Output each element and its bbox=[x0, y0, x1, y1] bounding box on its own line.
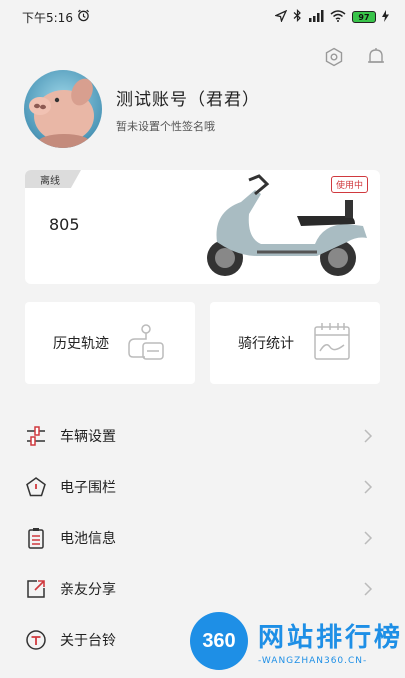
route-icon bbox=[125, 321, 167, 365]
alarm-icon bbox=[77, 9, 90, 25]
header-actions bbox=[323, 46, 387, 68]
sliders-icon bbox=[24, 424, 48, 448]
status-time: 下午5:16 bbox=[22, 10, 73, 25]
status-bar: 下午5:16 97 bbox=[0, 0, 405, 34]
settings-hexagon-icon[interactable] bbox=[323, 46, 345, 68]
feature-tiles: 历史轨迹 骑行统计 bbox=[25, 302, 380, 384]
menu-item-geofence[interactable]: 电子围栏 bbox=[0, 461, 405, 512]
tile-label: 历史轨迹 bbox=[53, 336, 109, 352]
chevron-right-icon bbox=[364, 479, 373, 494]
menu-item-share[interactable]: 亲友分享 bbox=[0, 563, 405, 614]
charging-icon bbox=[382, 9, 389, 25]
battery-indicator: 97 bbox=[352, 11, 376, 23]
in-use-badge: 使用中 bbox=[330, 176, 368, 193]
watermark: 360 网站排行榜 -WANGZHAN360.CN- bbox=[190, 612, 403, 670]
battery-clipboard-icon bbox=[24, 526, 48, 550]
status-left: 下午5:16 bbox=[22, 9, 90, 26]
menu-label: 车辆设置 bbox=[60, 428, 116, 445]
menu-label: 电池信息 bbox=[60, 530, 116, 547]
chevron-right-icon bbox=[364, 581, 373, 596]
menu-label: 亲友分享 bbox=[60, 581, 116, 598]
username[interactable]: 测试账号（君君） bbox=[116, 85, 260, 110]
calendar-chart-icon bbox=[312, 321, 352, 365]
bell-icon[interactable] bbox=[365, 46, 387, 68]
share-arrow-icon bbox=[24, 577, 48, 601]
brand-circle-icon bbox=[24, 628, 48, 652]
pentagon-fence-icon bbox=[24, 475, 48, 499]
vehicle-number: 805 bbox=[49, 215, 80, 234]
watermark-logo: 360 bbox=[190, 612, 248, 670]
menu-item-vehicle-settings[interactable]: 车辆设置 bbox=[0, 410, 405, 461]
chevron-right-icon bbox=[364, 428, 373, 443]
profile-text: 测试账号（君君） 暂未设置个性签名哦 bbox=[116, 85, 260, 134]
signature[interactable]: 暂未设置个性签名哦 bbox=[116, 118, 260, 134]
menu-item-battery-info[interactable]: 电池信息 bbox=[0, 512, 405, 563]
avatar[interactable] bbox=[24, 70, 102, 148]
menu-label: 电子围栏 bbox=[60, 479, 116, 496]
tile-history-track[interactable]: 历史轨迹 bbox=[25, 302, 195, 384]
watermark-title: 网站排行榜 bbox=[258, 622, 404, 653]
tile-ride-stats[interactable]: 骑行统计 bbox=[210, 302, 380, 384]
bluetooth-icon bbox=[293, 9, 302, 25]
location-arrow-icon bbox=[273, 9, 288, 25]
tile-label: 骑行统计 bbox=[238, 336, 294, 352]
wifi-icon bbox=[330, 9, 346, 25]
signal-icon bbox=[308, 9, 324, 25]
watermark-text: 网站排行榜 -WANGZHAN360.CN- bbox=[258, 617, 403, 666]
offline-status-tag: 离线 bbox=[25, 170, 81, 188]
watermark-subtitle: -WANGZHAN360.CN- bbox=[258, 655, 368, 666]
status-right: 97 bbox=[273, 9, 389, 25]
vehicle-card[interactable]: 离线 805 使用中 bbox=[25, 170, 380, 284]
profile-section[interactable]: 测试账号（君君） 暂未设置个性签名哦 bbox=[24, 70, 260, 148]
chevron-right-icon bbox=[364, 530, 373, 545]
